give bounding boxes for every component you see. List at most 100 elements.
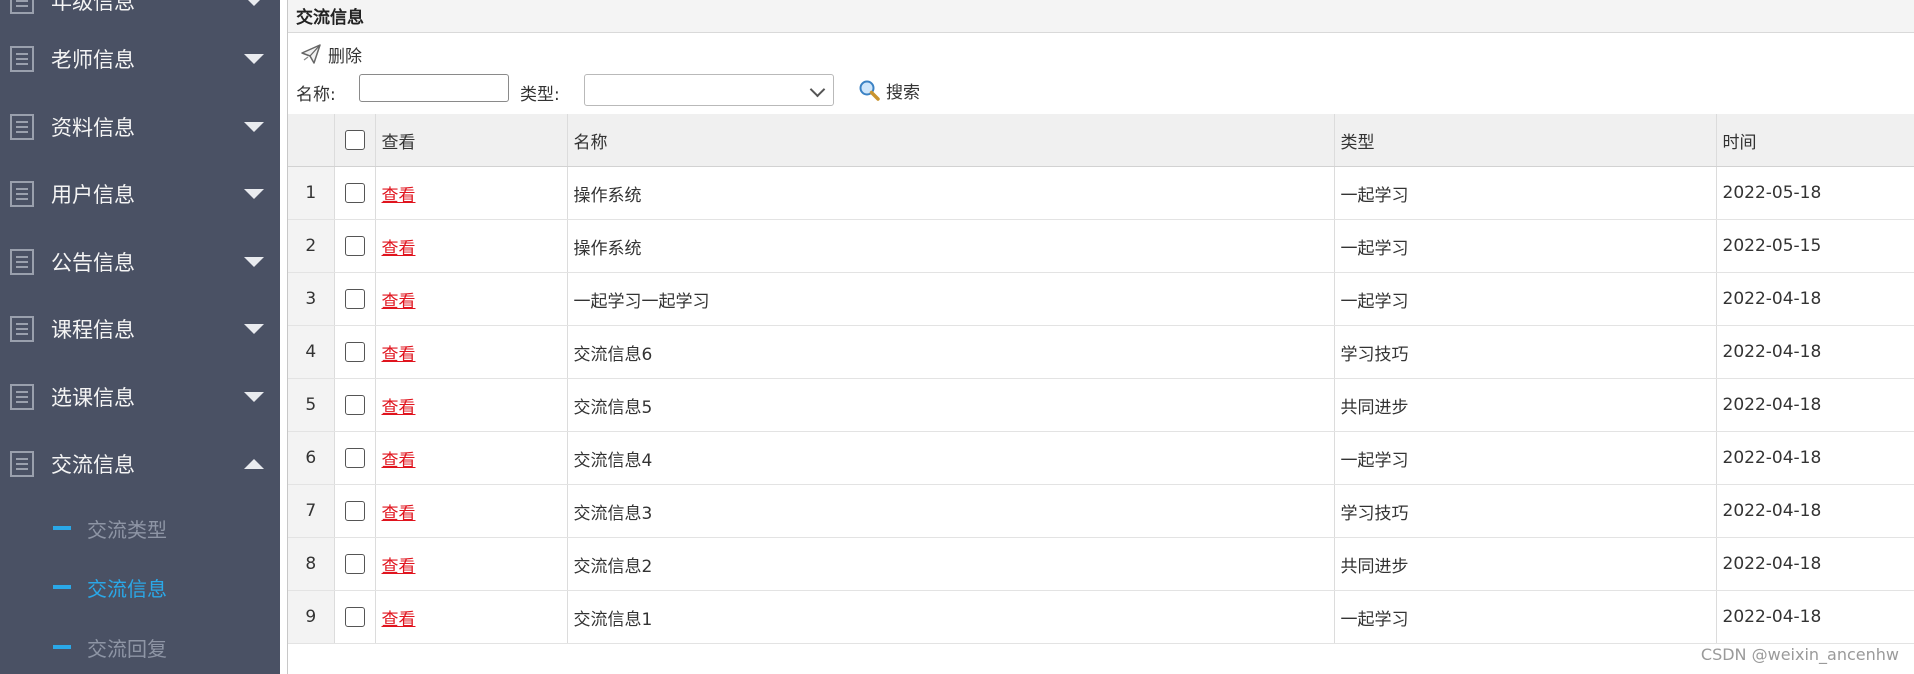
- row-checkbox[interactable]: [344, 236, 365, 256]
- row-checkbox-cell[interactable]: [334, 378, 376, 432]
- row-checkbox-cell[interactable]: [334, 219, 376, 273]
- sidebar-item-label: 选课信息: [51, 386, 135, 410]
- time-cell: 2022-05-18: [1716, 166, 1914, 220]
- time-cell: 2022-04-18: [1716, 537, 1914, 591]
- table-row[interactable]: 1 查看 操作系统 一起学习 2022-05-18: [288, 166, 1914, 220]
- sidebar-item-course[interactable]: 课程信息: [0, 296, 280, 362]
- view-cell: 查看: [375, 590, 568, 644]
- type-cell: 共同进步: [1334, 537, 1717, 591]
- sidebar-item-label: 老师信息: [51, 48, 135, 72]
- name-cell: 操作系统: [567, 219, 1335, 273]
- sidebar-subitem-label: 交流类型: [87, 518, 167, 542]
- row-number: 8: [288, 537, 335, 591]
- sidebar-subitem-exchange-info[interactable]: 交流信息: [0, 562, 280, 612]
- type-select[interactable]: [584, 74, 834, 106]
- view-link[interactable]: 查看: [382, 557, 416, 577]
- table-row[interactable]: 2 查看 操作系统 一起学习 2022-05-15: [288, 219, 1914, 273]
- chevron-up-icon: [244, 459, 264, 469]
- data-table: 查看 名称 类型 时间 1 查看 操作系统 一起学习 2022-05-18 2 查看 操作系统…: [288, 114, 1914, 644]
- sidebar-subitem-exchange-type[interactable]: 交流类型: [0, 503, 280, 553]
- row-checkbox[interactable]: [344, 183, 365, 203]
- table-row[interactable]: 7 查看 交流信息3 学习技巧 2022-04-18: [288, 484, 1914, 538]
- column-header-name[interactable]: 名称: [567, 114, 1335, 167]
- sidebar-item-teacher[interactable]: 老师信息: [0, 26, 280, 92]
- view-link[interactable]: 查看: [382, 398, 416, 418]
- view-cell: 查看: [375, 219, 568, 273]
- panel-header: 交流信息: [288, 0, 1914, 33]
- row-checkbox[interactable]: [344, 289, 365, 309]
- search-button[interactable]: 搜索: [858, 76, 920, 104]
- sidebar-item-label: 用户信息: [51, 183, 135, 207]
- sidebar-item-selection[interactable]: 选课信息: [0, 364, 280, 430]
- sidebar-item-material[interactable]: 资料信息: [0, 94, 280, 160]
- row-checkbox-cell[interactable]: [334, 272, 376, 326]
- row-checkbox-cell[interactable]: [334, 590, 376, 644]
- row-checkbox-cell[interactable]: [334, 431, 376, 485]
- view-link[interactable]: 查看: [382, 239, 416, 259]
- select-all-checkbox[interactable]: [334, 114, 376, 167]
- table-row[interactable]: 9 查看 交流信息1 一起学习 2022-04-18: [288, 590, 1914, 644]
- row-number: 9: [288, 590, 335, 644]
- table-row[interactable]: 3 查看 一起学习一起学习 一起学习 2022-04-18: [288, 272, 1914, 326]
- row-checkbox[interactable]: [344, 501, 365, 521]
- name-cell: 交流信息4: [567, 431, 1335, 485]
- row-checkbox-cell[interactable]: [334, 537, 376, 591]
- paper-plane-icon: [301, 44, 321, 64]
- name-cell: 交流信息1: [567, 590, 1335, 644]
- main-panel: 交流信息 删除 名称: 类型: 搜索 查看 名称 类型 时间 1 查看 操作系统…: [287, 0, 1914, 674]
- table-row[interactable]: 8 查看 交流信息2 共同进步 2022-04-18: [288, 537, 1914, 591]
- row-checkbox[interactable]: [344, 448, 365, 468]
- sidebar-item-exchange[interactable]: 交流信息: [0, 431, 280, 497]
- list-icon: [10, 249, 34, 275]
- type-cell: 一起学习: [1334, 219, 1717, 273]
- delete-button[interactable]: 删除: [300, 40, 362, 68]
- time-cell: 2022-04-18: [1716, 378, 1914, 432]
- name-cell: 交流信息3: [567, 484, 1335, 538]
- table-row[interactable]: 5 查看 交流信息5 共同进步 2022-04-18: [288, 378, 1914, 432]
- view-link[interactable]: 查看: [382, 292, 416, 312]
- row-checkbox-cell[interactable]: [334, 166, 376, 220]
- row-checkbox[interactable]: [344, 554, 365, 574]
- view-link[interactable]: 查看: [382, 345, 416, 365]
- row-number: 4: [288, 325, 335, 379]
- sidebar-item-label: 交流信息: [51, 453, 135, 477]
- name-search-input[interactable]: [359, 74, 509, 102]
- row-checkbox-cell[interactable]: [334, 484, 376, 538]
- watermark: CSDN @weixin_ancenhw: [1700, 645, 1899, 664]
- table-row[interactable]: 4 查看 交流信息6 学习技巧 2022-04-18: [288, 325, 1914, 379]
- checkbox[interactable]: [344, 130, 365, 150]
- row-checkbox[interactable]: [344, 342, 365, 362]
- type-cell: 学习技巧: [1334, 325, 1717, 379]
- sidebar-item-label: 年级信息: [51, 0, 135, 14]
- time-cell: 2022-04-18: [1716, 484, 1914, 538]
- delete-button-label: 删除: [328, 46, 362, 67]
- type-label: 类型:: [520, 85, 560, 105]
- type-cell: 一起学习: [1334, 590, 1717, 644]
- row-number: 3: [288, 272, 335, 326]
- table-row[interactable]: 6 查看 交流信息4 一起学习 2022-04-18: [288, 431, 1914, 485]
- column-header-view[interactable]: 查看: [375, 114, 568, 167]
- row-number: 2: [288, 219, 335, 273]
- row-checkbox[interactable]: [344, 607, 365, 627]
- view-cell: 查看: [375, 537, 568, 591]
- sidebar-subitem-exchange-reply[interactable]: 交流回复: [0, 622, 280, 672]
- sidebar-item-label: 资料信息: [51, 116, 135, 140]
- view-cell: 查看: [375, 484, 568, 538]
- sidebar-item-user[interactable]: 用户信息: [0, 161, 280, 227]
- list-icon: [10, 181, 34, 207]
- list-icon: [10, 0, 34, 14]
- column-header-type[interactable]: 类型: [1334, 114, 1717, 167]
- row-checkbox-cell[interactable]: [334, 325, 376, 379]
- sidebar-item-label: 公告信息: [51, 251, 135, 275]
- sidebar: 年级信息 老师信息 资料信息 用户信息 公告信息 课程信息 选课信息 交流信息: [0, 0, 280, 674]
- view-link[interactable]: 查看: [382, 610, 416, 630]
- view-link[interactable]: 查看: [382, 186, 416, 206]
- row-checkbox[interactable]: [344, 395, 365, 415]
- name-cell: 交流信息2: [567, 537, 1335, 591]
- chevron-down-icon: [244, 324, 264, 334]
- view-link[interactable]: 查看: [382, 451, 416, 471]
- column-header-time[interactable]: 时间: [1716, 114, 1914, 167]
- chevron-down-icon: [244, 54, 264, 64]
- view-link[interactable]: 查看: [382, 504, 416, 524]
- sidebar-item-notice[interactable]: 公告信息: [0, 229, 280, 295]
